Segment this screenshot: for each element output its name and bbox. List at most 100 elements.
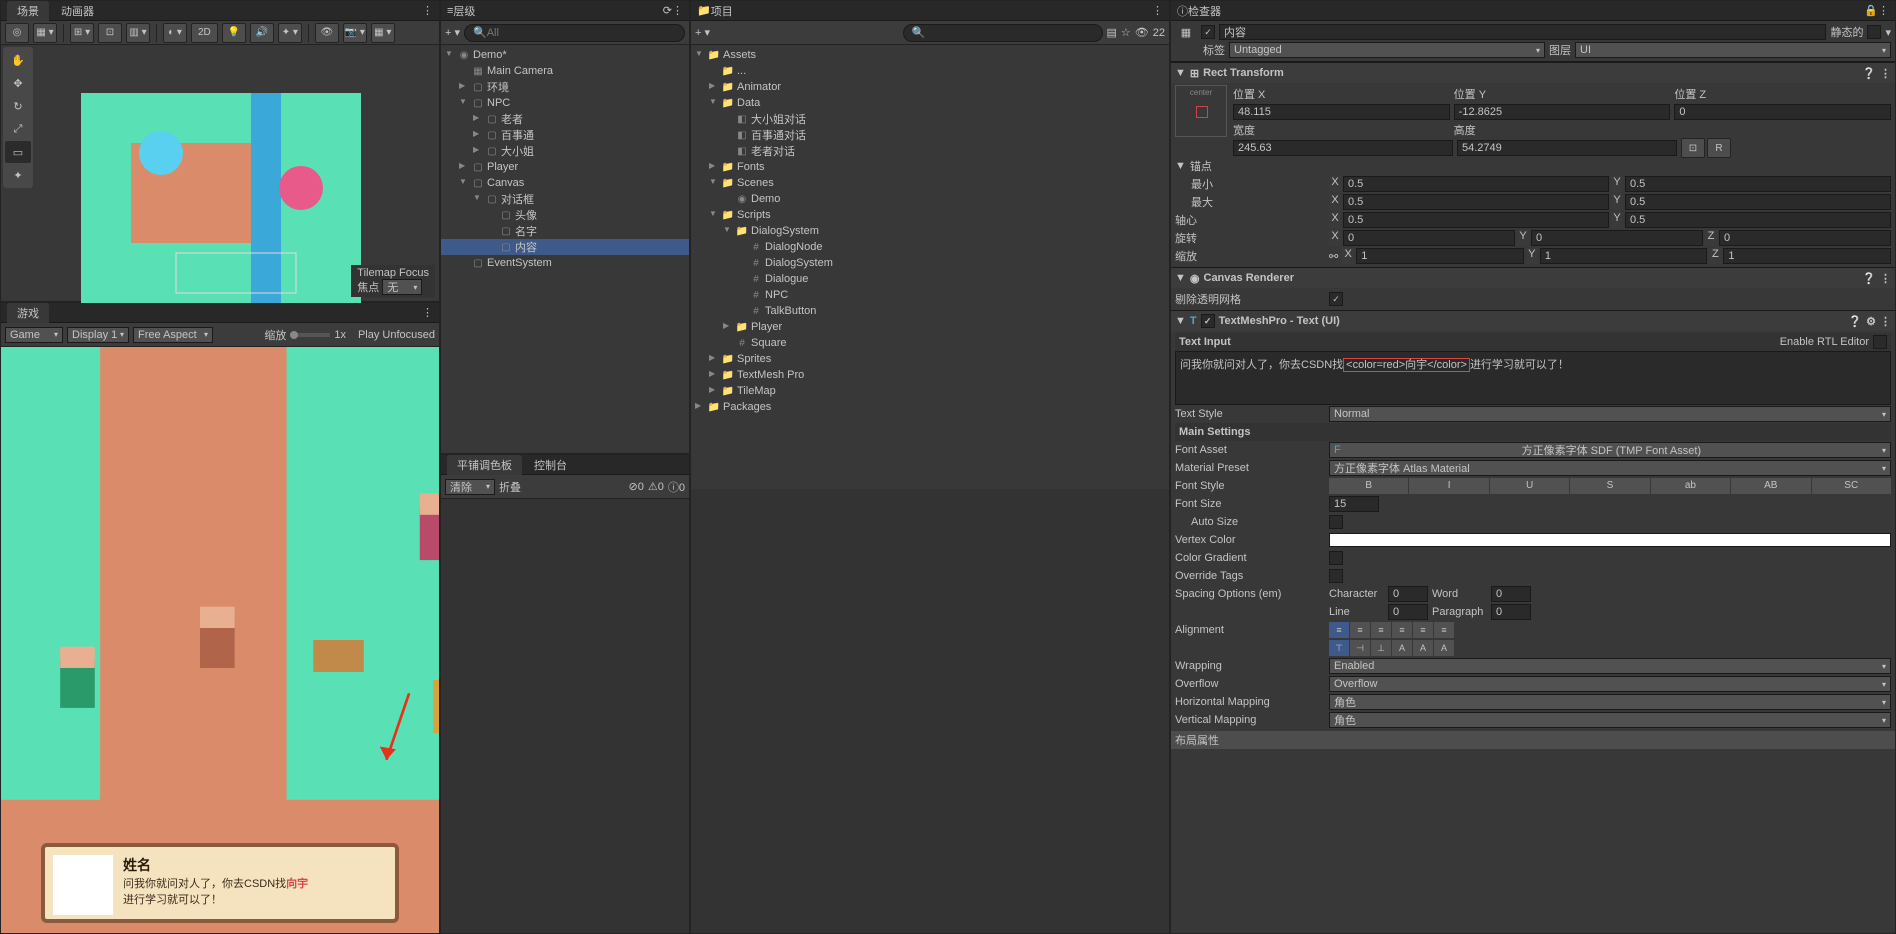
game-mode-dropdown[interactable]: Game (5, 327, 63, 343)
audio-btn[interactable]: 🔊 (250, 23, 274, 43)
panel-lock-icon[interactable]: 🔒 (1864, 4, 1878, 17)
tree-item[interactable]: ▼📁DialogSystem (691, 223, 1169, 239)
pos-y-input[interactable] (1454, 104, 1671, 120)
tmp-text-input[interactable]: 问我你就问对人了，你去CSDN找<color=red>向宇</color>进行学… (1175, 351, 1891, 405)
favorite-icon[interactable]: ☆ (1121, 26, 1131, 39)
valign-capline[interactable]: A (1434, 640, 1454, 656)
pos-x-input[interactable] (1233, 104, 1450, 120)
collapse-btn[interactable]: 折叠 (499, 479, 521, 495)
tree-item[interactable]: 📁... (691, 63, 1169, 79)
text-style-dropdown[interactable]: Normal (1329, 406, 1891, 422)
pivot-y[interactable] (1625, 212, 1891, 228)
scale-z[interactable] (1723, 248, 1891, 264)
light-btn[interactable]: 💡 (222, 23, 246, 43)
warn-count[interactable]: ⚠0 (648, 480, 664, 493)
char-spacing[interactable] (1388, 586, 1428, 602)
tree-item[interactable]: ▼📁Scenes (691, 175, 1169, 191)
canvas-renderer-header[interactable]: ▼◉ Canvas Renderer ❔⋮ (1171, 268, 1895, 288)
material-preset-dropdown[interactable]: 方正像素字体 Atlas Material (1329, 460, 1891, 476)
create-menu[interactable]: + ▾ (695, 26, 710, 39)
rot-z[interactable] (1719, 230, 1891, 246)
tree-item[interactable]: ▦Main Camera (441, 63, 689, 79)
height-input[interactable] (1457, 140, 1677, 156)
anchor-min-x[interactable] (1343, 176, 1609, 192)
color-gradient-checkbox[interactable] (1329, 551, 1343, 565)
tree-item[interactable]: ▶▢大小姐 (441, 143, 689, 159)
panel-menu-icon[interactable]: ⋮ (422, 4, 433, 17)
tree-item[interactable]: ◧老者对话 (691, 143, 1169, 159)
tree-item[interactable]: ▶▢Player (441, 159, 689, 175)
font-size-input[interactable] (1329, 496, 1379, 512)
tree-item[interactable]: ▶📁Packages (691, 399, 1169, 415)
tree-item[interactable]: ▶📁TextMesh Pro (691, 367, 1169, 383)
tree-item[interactable]: ▶📁TileMap (691, 383, 1169, 399)
valign-baseline[interactable]: A (1392, 640, 1412, 656)
tree-item[interactable]: #NPC (691, 287, 1169, 303)
tree-item[interactable]: ▶▢百事通 (441, 127, 689, 143)
rtl-checkbox[interactable] (1873, 335, 1887, 349)
underline-btn[interactable]: U (1490, 478, 1569, 494)
valign-bottom[interactable]: ⊥ (1371, 640, 1391, 656)
filter-icon[interactable]: ▤ (1107, 26, 1117, 39)
tree-item[interactable]: #Dialogue (691, 271, 1169, 287)
visibility-btn[interactable]: 👁 (315, 23, 339, 43)
scale-x[interactable] (1356, 248, 1524, 264)
error-count[interactable]: ⊘0 (629, 480, 644, 493)
visibility-icon[interactable]: 👁 (1135, 26, 1149, 39)
project-tree[interactable]: ▼📁Assets📁...▶📁Animator▼📁Data◧大小姐对话◧百事通对话… (691, 45, 1169, 489)
clear-dropdown[interactable]: 清除 (445, 479, 495, 495)
fx-btn[interactable]: ✦ ▾ (278, 23, 302, 43)
layer-dropdown[interactable]: UI (1575, 42, 1891, 58)
tree-item[interactable]: ▢EventSystem (441, 255, 689, 271)
go-name-input[interactable] (1219, 24, 1826, 40)
rot-x[interactable] (1343, 230, 1515, 246)
hierarchy-search[interactable]: 🔍 All (464, 24, 685, 42)
anchor-min-y[interactable] (1625, 176, 1891, 192)
scale-slider[interactable] (290, 333, 330, 337)
tile-palette-tab[interactable]: 平铺调色板 (447, 455, 522, 475)
tree-item[interactable]: #TalkButton (691, 303, 1169, 319)
scale-tool[interactable]: ⤢ (5, 118, 31, 140)
align-right[interactable]: ≡ (1371, 622, 1391, 638)
lowercase-btn[interactable]: ab (1651, 478, 1730, 494)
tree-item[interactable]: ▼📁Data (691, 95, 1169, 111)
info-count[interactable]: ⓘ0 (668, 479, 685, 495)
tree-item[interactable]: ▼📁Assets (691, 47, 1169, 63)
tree-item[interactable]: #DialogNode (691, 239, 1169, 255)
game-tab[interactable]: 游戏 (7, 303, 49, 323)
go-active-checkbox[interactable]: ✓ (1201, 25, 1215, 39)
project-search[interactable]: 🔍 (903, 24, 1103, 42)
smallcaps-btn[interactable]: SC (1812, 478, 1891, 494)
tree-item[interactable]: ▼▢NPC (441, 95, 689, 111)
uppercase-btn[interactable]: AB (1731, 478, 1810, 494)
scene-tab[interactable]: 场景 (7, 1, 49, 21)
constrain-icon[interactable]: ⚯ (1329, 250, 1338, 263)
align-flush[interactable]: ≡ (1413, 622, 1433, 638)
align-geo[interactable]: ≡ (1434, 622, 1454, 638)
tree-item[interactable]: ▼📁Scripts (691, 207, 1169, 223)
rect-transform-header[interactable]: ▼⊞ Rect Transform ❔⋮ (1171, 63, 1895, 83)
pivot-mode-btn[interactable]: ▦ ▾ (33, 23, 57, 43)
tree-item[interactable]: ▢内容 (441, 239, 689, 255)
tree-item[interactable]: #Square (691, 335, 1169, 351)
grid-toggle[interactable]: ▥ ▾ (126, 23, 150, 43)
tree-item[interactable]: ▼◉Demo* (441, 47, 689, 63)
transform-tool[interactable]: ✦ (5, 164, 31, 186)
rotate-tool[interactable]: ↻ (5, 95, 31, 117)
italic-btn[interactable]: I (1409, 478, 1488, 494)
bold-btn[interactable]: B (1329, 478, 1408, 494)
raw-btn[interactable]: R (1707, 138, 1731, 158)
grid-btn[interactable]: ⊞ ▾ (70, 23, 94, 43)
pivot-center-btn[interactable]: ◎ (5, 23, 29, 43)
tmp-header[interactable]: ▼T ✓ TextMeshPro - Text (UI) ❔⚙⋮ (1171, 311, 1895, 331)
panel-menu-icon[interactable]: ⋮ (422, 306, 433, 319)
tag-dropdown[interactable]: Untagged (1229, 42, 1545, 58)
tmp-enabled-checkbox[interactable]: ✓ (1201, 314, 1215, 328)
override-tags-checkbox[interactable] (1329, 569, 1343, 583)
static-checkbox[interactable] (1867, 25, 1881, 39)
panel-menu-icon[interactable]: ⋮ (1878, 4, 1889, 17)
anchor-max-x[interactable] (1343, 194, 1609, 210)
animator-tab[interactable]: 动画器 (51, 1, 104, 21)
scale-y[interactable] (1540, 248, 1708, 264)
move-tool[interactable]: ✥ (5, 72, 31, 94)
